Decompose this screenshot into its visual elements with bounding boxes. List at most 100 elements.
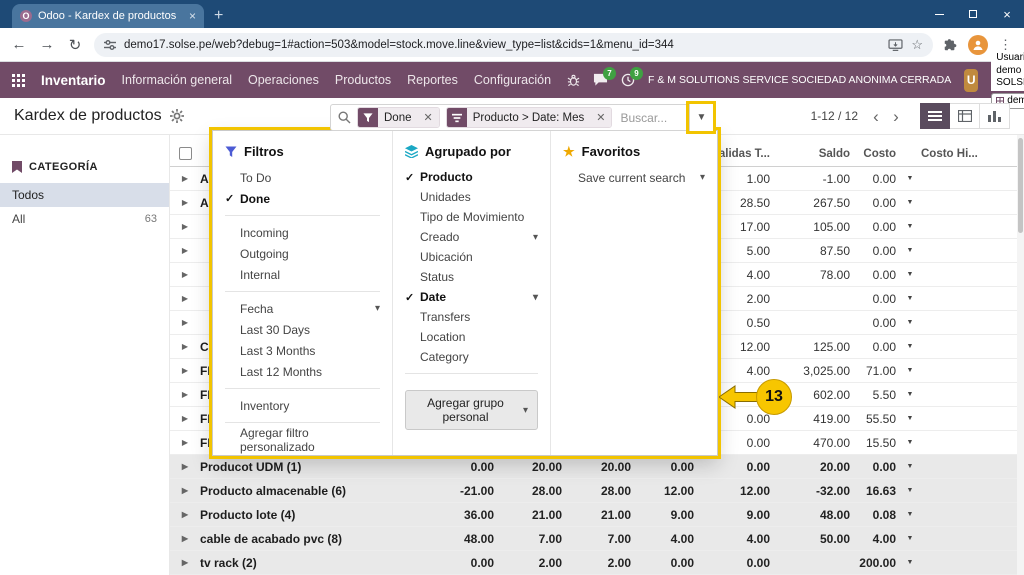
cell-value: 87.50 [776, 244, 856, 258]
filter-menu-item[interactable]: Inventory [213, 395, 392, 416]
groupby-menu-item[interactable]: Creado▾ [393, 227, 550, 247]
forward-icon[interactable]: → [38, 36, 56, 53]
filter-menu-item[interactable]: To Do [213, 167, 392, 188]
nav-menu-información-general[interactable]: Información general [122, 73, 232, 87]
cell-value: 0.00 [856, 172, 902, 186]
extensions-icon[interactable] [943, 38, 957, 52]
column-header[interactable]: Costo Hi... [918, 148, 1024, 160]
filter-menu-item[interactable]: Incoming [213, 222, 392, 243]
cast-icon[interactable] [888, 39, 903, 51]
tab-title: Odoo - Kardex de productos [38, 10, 183, 22]
row-label: Producto lote (4) [200, 508, 430, 522]
back-icon[interactable]: ← [10, 36, 28, 53]
groupby-menu-item[interactable]: Status [393, 267, 550, 287]
column-header[interactable]: Costo [856, 148, 902, 160]
cell-value: 9.00 [637, 508, 700, 522]
filter-menu-item[interactable]: Last 12 Months [213, 361, 392, 382]
menu-item-label: Location [420, 330, 465, 344]
pivot-view-button[interactable] [950, 103, 980, 129]
search-input[interactable]: Buscar... [620, 111, 689, 125]
groupby-menu-item[interactable]: Ubicación [393, 247, 550, 267]
facet-close-icon[interactable]: ✕ [418, 108, 439, 127]
table-row[interactable]: ▶Producot UDM (1)0.0020.0020.000.000.002… [170, 455, 1024, 479]
filter-menu-item[interactable]: Last 3 Months [213, 340, 392, 361]
user-avatar[interactable]: U [964, 69, 978, 92]
tab-close-icon[interactable]: × [189, 9, 196, 23]
menu-item-label: Category [420, 350, 469, 364]
favorite-menu-item[interactable]: Save current search▾ [551, 167, 717, 188]
menu-item-label: Save current search [578, 171, 685, 185]
messages-icon[interactable]: 7 [593, 73, 608, 87]
sidebar-item-todos[interactable]: Todos [0, 183, 169, 207]
filter-menu-item[interactable]: Internal [213, 264, 392, 285]
nav-menu-reportes[interactable]: Reportes [407, 73, 458, 87]
list-view-button[interactable] [920, 103, 950, 129]
maximize-button[interactable] [956, 0, 990, 28]
pager-previous-button[interactable]: ‹ [866, 107, 886, 126]
groupby-menu-item[interactable]: Tipo de Movimiento [393, 207, 550, 227]
minimize-button[interactable] [922, 0, 956, 28]
search-facets: Done✕ Producto > Date: Mes✕ [351, 107, 612, 128]
groupby-menu-item[interactable]: Location [393, 327, 550, 347]
cell-value: -32.00 [776, 484, 856, 498]
reload-icon[interactable]: ↻ [66, 36, 84, 54]
menu-item-label: Done [240, 192, 270, 206]
bookmark-star-icon[interactable]: ☆ [911, 37, 923, 53]
odoo-navbar: Inventario Información general Operacione… [0, 62, 1024, 98]
cell-value: 48.00 [776, 508, 856, 522]
filter-menu-item[interactable]: Outgoing [213, 243, 392, 264]
cell-value: 4.00 [700, 532, 776, 546]
graph-view-button[interactable] [980, 103, 1010, 129]
user-menu[interactable]: Usuario demo SOLSE demo17 [991, 51, 1024, 109]
sidebar-item-count: 63 [145, 213, 157, 225]
groupby-menu-item[interactable]: Category [393, 347, 550, 367]
table-row[interactable]: ▶Producto almacenable (6)-21.0028.0028.0… [170, 479, 1024, 503]
select-all-checkbox[interactable] [179, 147, 192, 160]
nav-menu-configuración[interactable]: Configuración [474, 73, 551, 87]
facet-close-icon[interactable]: ✕ [590, 108, 611, 127]
browser-menu-icon[interactable]: ⋮ [999, 37, 1012, 53]
activities-clock-icon[interactable]: 9 [621, 73, 635, 87]
apps-menu-icon[interactable] [12, 74, 25, 87]
table-row[interactable]: ▶tv rack (2)0.002.002.000.000.00200.00▼ [170, 551, 1024, 575]
row-caret-icon: ▼ [902, 511, 918, 518]
groupby-menu-item[interactable]: ✓Date▾ [393, 287, 550, 307]
groupby-header: Agrupado por [393, 139, 550, 167]
cell-value: 7.00 [568, 532, 637, 546]
pager-next-button[interactable]: › [886, 107, 906, 126]
filter-menu-item[interactable]: Last 30 Days [213, 319, 392, 340]
search-icon [338, 111, 351, 124]
caret-down-icon: ▾ [533, 292, 538, 303]
group-icon [447, 108, 467, 127]
sidebar-item-all[interactable]: All63 [0, 207, 169, 231]
search-facet[interactable]: Producto > Date: Mes✕ [446, 107, 613, 128]
close-window-button[interactable]: × [990, 0, 1024, 28]
new-tab-button[interactable]: + [214, 8, 223, 24]
search-bar[interactable]: Done✕ Producto > Date: Mes✕ Buscar... ▼ [330, 104, 714, 131]
scrollbar-thumb[interactable] [1018, 138, 1023, 233]
search-options-toggle[interactable]: ▼ [689, 104, 713, 131]
cell-value: 3,025.00 [776, 364, 856, 378]
groupby-menu-item[interactable]: ✓Producto [393, 167, 550, 187]
table-row[interactable]: ▶cable de acabado pvc (8)48.007.007.004.… [170, 527, 1024, 551]
app-name[interactable]: Inventario [41, 73, 106, 88]
company-name[interactable]: F & M SOLUTIONS SERVICE SOCIEDAD ANONIMA… [648, 74, 951, 86]
nav-menu-productos[interactable]: Productos [335, 73, 391, 87]
site-settings-icon[interactable] [104, 39, 116, 51]
debug-bug-icon[interactable] [567, 74, 580, 87]
browser-tab[interactable]: O Odoo - Kardex de productos × [12, 4, 204, 28]
search-facet[interactable]: Done✕ [357, 107, 440, 128]
filter-menu-item[interactable]: ✓Done [213, 188, 392, 209]
cell-value: -21.00 [430, 484, 500, 498]
add-custom-group-button[interactable]: Agregar grupo personal ▾ [405, 390, 538, 430]
nav-menu-operaciones[interactable]: Operaciones [248, 73, 319, 87]
filter-menu-item[interactable]: Agregar filtro personalizado [213, 429, 392, 450]
filter-menu-item[interactable]: Fecha▾ [213, 298, 392, 319]
table-row[interactable]: ▶Producto lote (4)36.0021.0021.009.009.0… [170, 503, 1024, 527]
groupby-menu-item[interactable]: Unidades [393, 187, 550, 207]
vertical-scrollbar[interactable] [1017, 135, 1024, 575]
column-header[interactable]: Saldo [776, 148, 856, 160]
groupby-menu-item[interactable]: Transfers [393, 307, 550, 327]
expand-caret-icon: ▶ [182, 174, 188, 183]
action-gear-icon[interactable] [170, 109, 184, 123]
